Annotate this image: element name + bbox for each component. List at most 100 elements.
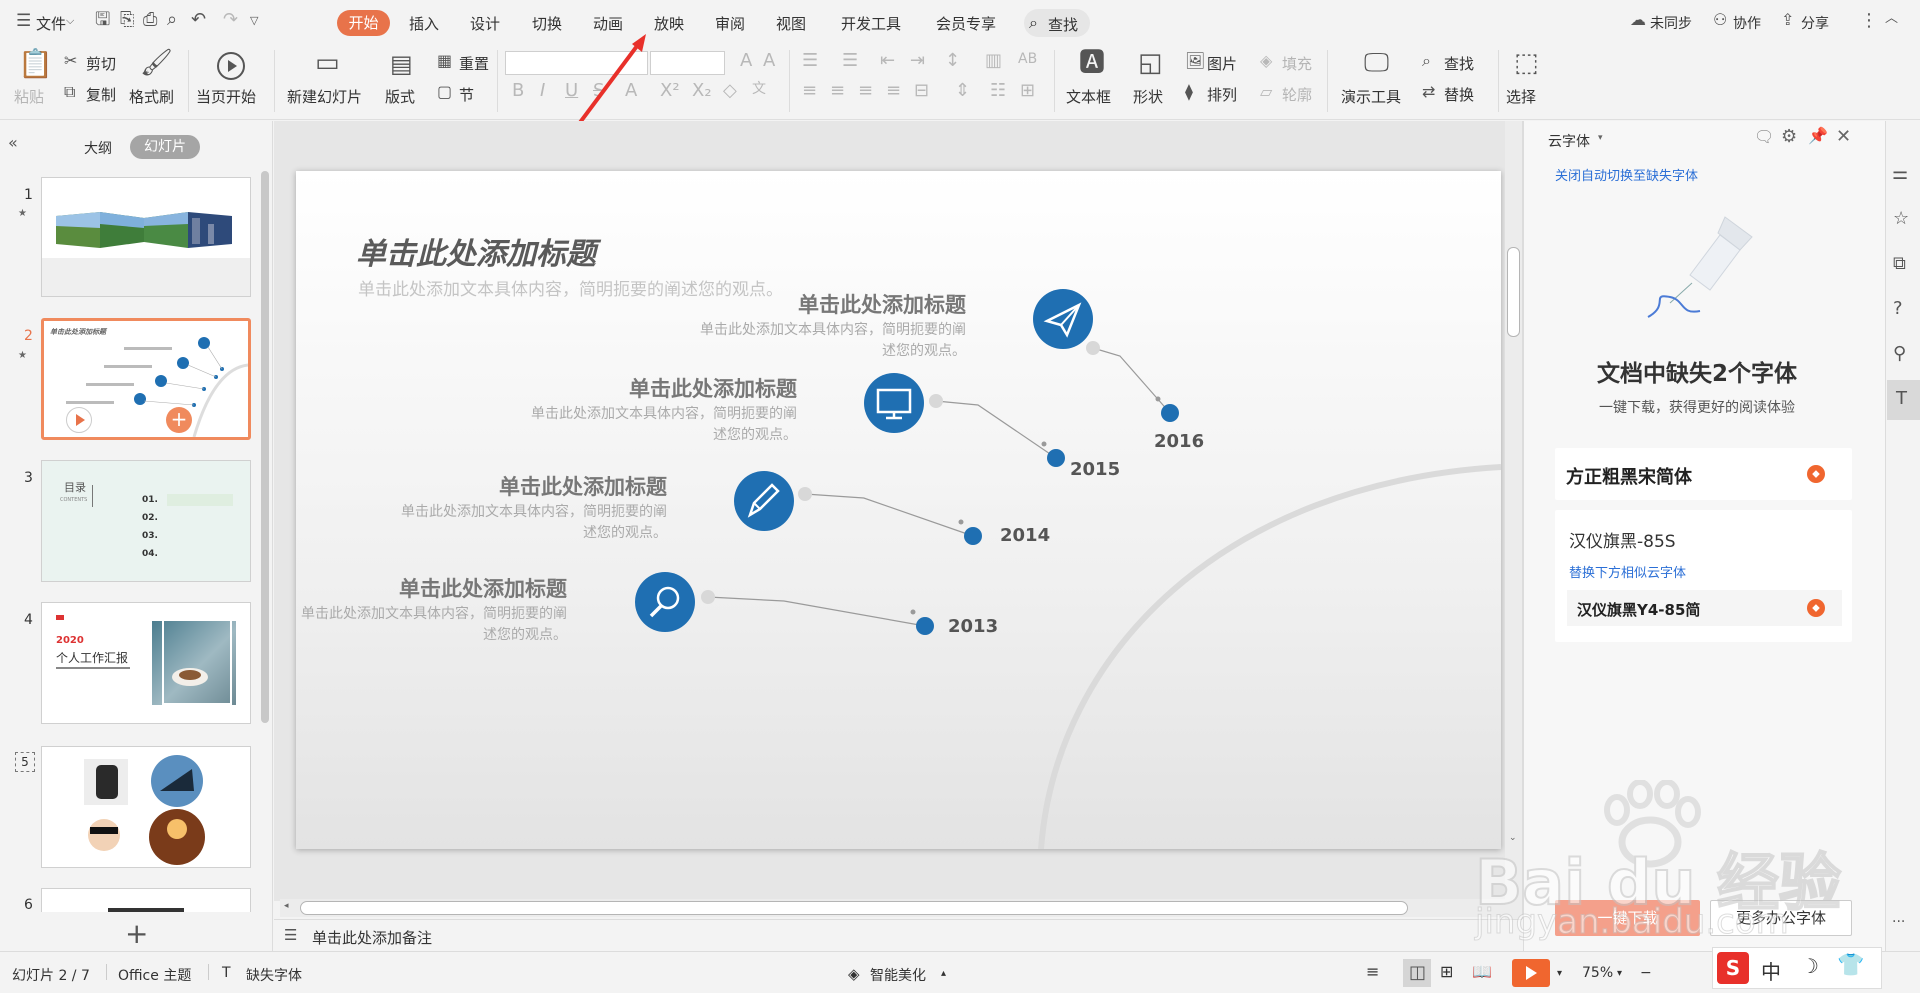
format-painter-button[interactable]: 格式刷 (129, 86, 174, 107)
chevron-down-icon[interactable]: ⌵ (66, 15, 74, 26)
slide-title[interactable]: 单击此处添加标题 (356, 229, 596, 273)
align-left-icon[interactable]: ≡ (802, 82, 817, 100)
collab-button[interactable]: 协作 (1733, 13, 1761, 33)
tab-view[interactable]: 视图 (776, 13, 806, 34)
shape-icon[interactable]: ◱ (1138, 50, 1163, 76)
copy-icon[interactable]: ⧉ (64, 84, 75, 100)
format-painter-icon[interactable]: 🖌 (140, 50, 173, 76)
clear-format-icon[interactable]: ◇ (723, 82, 737, 100)
text-align-icon[interactable]: ☷ (990, 82, 1006, 100)
justify-icon[interactable]: ≡ (886, 82, 901, 100)
collapse-panel-icon[interactable]: « (8, 135, 18, 151)
cut-button[interactable]: 剪切 (86, 53, 116, 74)
collab-icon[interactable]: ⚇ (1713, 12, 1727, 28)
sliders-icon[interactable]: ⚌ (1892, 165, 1908, 183)
paste-icon[interactable]: 📋 (18, 50, 53, 78)
play-current-button[interactable]: 当页开始 (196, 86, 256, 107)
disable-auto-switch-link[interactable]: 关闭自动切换至缺失字体 (1555, 165, 1698, 184)
print-icon[interactable]: ⎙ (143, 11, 157, 29)
milestone-description[interactable]: 单击此处添加文本具体内容，简明扼要的阐 (301, 603, 567, 623)
fill-icon[interactable]: ◈ (1260, 53, 1272, 69)
thumbnail-scrollbar[interactable] (261, 171, 269, 723)
shirt-icon[interactable]: 👕 (1837, 953, 1864, 978)
slide-thumbnail-4[interactable]: 2020 个人工作汇报 (41, 602, 251, 724)
milestone-description-line2[interactable]: 述您的观点。 (483, 624, 567, 644)
tab-member[interactable]: 会员专享 (936, 13, 996, 34)
column-icon[interactable]: ▥ (985, 52, 1002, 70)
bold-icon[interactable]: B (512, 82, 524, 100)
collapse-ribbon-icon[interactable]: ︿ (1885, 12, 1898, 25)
replace-button[interactable]: 替换 (1444, 84, 1474, 105)
picture-button[interactable]: 图片 (1207, 53, 1237, 74)
close-icon[interactable]: ✕ (1836, 128, 1851, 146)
reading-view-icon[interactable]: 📖 (1472, 962, 1492, 981)
replace-icon[interactable]: ⇄ (1422, 84, 1435, 100)
select-button[interactable]: 选择 (1506, 86, 1536, 107)
cloud-sync-icon[interactable]: ☁ (1630, 12, 1646, 28)
ime-language[interactable]: 中 (1761, 956, 1781, 985)
arrange-button[interactable]: 排列 (1207, 84, 1237, 105)
align-right-icon[interactable]: ≡ (858, 82, 873, 100)
font-size-combo[interactable] (650, 51, 725, 75)
more-quick-access-icon[interactable]: ▽ (250, 15, 258, 26)
outline-button[interactable]: 轮廓 (1282, 84, 1312, 105)
hamburger-icon[interactable]: ☰ (16, 13, 31, 30)
slides-icon[interactable]: ⧉ (1893, 255, 1906, 273)
scissors-icon[interactable]: ✂ (64, 53, 77, 69)
play-circle-icon[interactable] (215, 50, 247, 82)
distribute-icon[interactable]: ⊟ (914, 82, 929, 100)
milestone-description[interactable]: 单击此处添加文本具体内容，简明扼要的阐 (401, 501, 667, 521)
layout-button[interactable]: 版式 (385, 86, 415, 107)
notes-bar[interactable]: ☰ 单击此处添加备注 (274, 919, 1522, 951)
align-center-icon[interactable]: ≡ (830, 82, 845, 100)
zoom-out-icon[interactable]: − (1640, 965, 1652, 981)
increase-font-icon[interactable]: A (740, 52, 752, 70)
sorter-view-icon[interactable]: ⊞ (1440, 962, 1453, 981)
missing-font-status[interactable]: 缺失字体 (246, 965, 302, 985)
milestone-description-line2[interactable]: 述您的观点。 (583, 522, 667, 542)
tab-insert[interactable]: 插入 (409, 13, 439, 34)
slide-subtitle[interactable]: 单击此处添加文本具体内容，简明扼要的阐述您的观点。 (358, 275, 783, 300)
slide-thumbnail-2[interactable]: 单击此处添加标题 + (41, 318, 251, 440)
zoom-level[interactable]: 75% (1582, 965, 1613, 981)
smart-art-icon[interactable]: ⊞ (1020, 82, 1035, 100)
paste-button[interactable]: 粘贴 (14, 86, 44, 107)
missing-font-card-2[interactable]: 汉仪旗黑-85S 替换下方相似云字体 汉仪旗黑Y4-85简 ⬥ (1555, 510, 1852, 642)
chevron-up-icon[interactable]: ▴ (941, 968, 946, 979)
more-icon[interactable]: ⋮ (1860, 12, 1878, 30)
milestone-description-line2[interactable]: 述您的观点。 (713, 424, 797, 444)
tab-start[interactable]: 开始 (337, 10, 390, 36)
present-tool-button[interactable]: 演示工具 (1341, 86, 1401, 107)
slide-2[interactable]: 单击此处添加标题 单击此处添加文本具体内容，简明扼要的阐述您的观点。 单击此处添… (296, 171, 1501, 849)
menu-file[interactable]: 文件 (36, 13, 66, 34)
reset-button[interactable]: 重置 (459, 53, 489, 74)
pin-icon[interactable]: 📌 (1808, 128, 1828, 144)
cloud-font-title[interactable]: 云字体 (1548, 131, 1590, 151)
slide-thumbnail-5[interactable] (41, 746, 251, 868)
slide-thumbnail-3[interactable]: 目录 CONTENTS 01. 02. 03. 04. (41, 460, 251, 582)
section-button[interactable]: 节 (459, 84, 474, 105)
print-preview-icon[interactable]: ⌕ (167, 11, 177, 29)
font-tool-button[interactable]: T (1887, 380, 1920, 420)
tab-review[interactable]: 审阅 (715, 13, 745, 34)
copy-button[interactable]: 复制 (86, 84, 116, 105)
sogou-logo-icon[interactable]: S (1717, 952, 1749, 984)
chevron-down-icon[interactable]: ▾ (1617, 968, 1622, 979)
phonetic-icon[interactable]: 文 (752, 82, 766, 96)
wps-cloud-font-icon[interactable]: ⬥ (1807, 599, 1825, 617)
missing-font-card-1[interactable]: 方正粗黑宋简体 ⬥ (1555, 448, 1852, 500)
more-horizontal-icon[interactable]: ··· (1892, 915, 1905, 929)
horizontal-scroll-thumb[interactable] (300, 901, 1408, 915)
picture-icon[interactable]: 🖼 (1185, 53, 1205, 69)
find-button[interactable]: 查找 (1444, 53, 1474, 74)
select-icon[interactable]: ⬚ (1514, 50, 1539, 76)
slide-thumbnail-1[interactable] (41, 177, 251, 297)
bulb-icon[interactable]: ⚲ (1893, 345, 1906, 363)
tab-developer[interactable]: 开发工具 (841, 13, 901, 34)
slide-thumbnail-6[interactable] (41, 888, 251, 912)
undo-icon[interactable]: ↶ (191, 11, 206, 29)
start-slideshow-button[interactable] (1512, 959, 1550, 987)
tab-design[interactable]: 设计 (470, 13, 500, 34)
vertical-scroll-thumb[interactable] (1507, 247, 1520, 337)
add-slide-icon[interactable]: + (166, 407, 192, 433)
